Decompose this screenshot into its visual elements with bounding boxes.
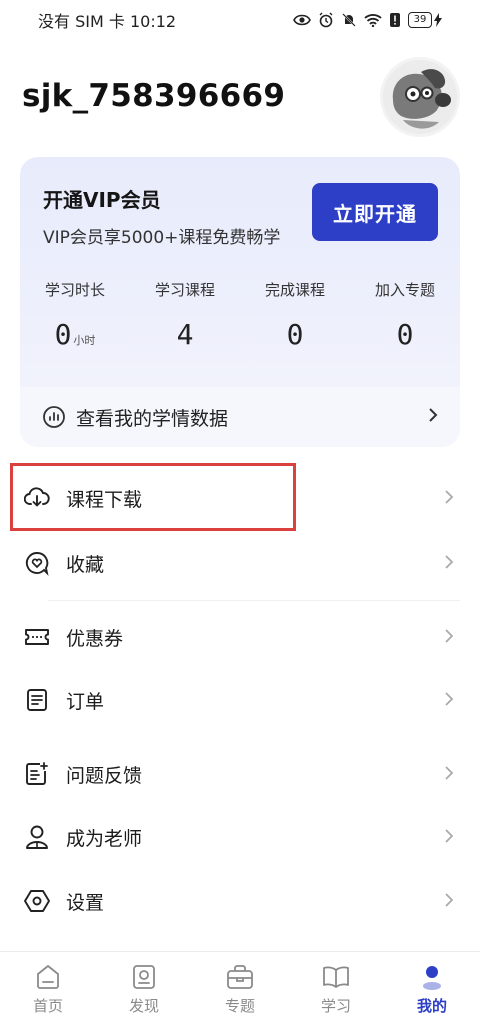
- battery-indicator: 39: [408, 12, 442, 28]
- battery-level: 39: [408, 12, 432, 28]
- menu-item-become-teacher[interactable]: 成为老师: [0, 806, 480, 868]
- eye-icon: [293, 14, 311, 26]
- hexagon-settings-icon: [24, 888, 50, 914]
- menu-item-settings[interactable]: 设置: [0, 870, 480, 932]
- tab-study[interactable]: 学习: [288, 952, 384, 1027]
- chart-circle-icon: [43, 406, 65, 428]
- clock: 10:12: [129, 12, 177, 31]
- tab-label: 发现: [128, 997, 159, 1015]
- avatar[interactable]: [380, 57, 460, 137]
- feedback-icon: [24, 761, 50, 787]
- heart-chat-icon: [24, 550, 50, 576]
- menu-item-feedback[interactable]: 问题反馈: [0, 743, 480, 805]
- status-bar: 没有 SIM 卡 10:12 39: [0, 0, 480, 40]
- chevron-right-icon: [445, 629, 454, 643]
- menu-label: 收藏: [66, 553, 105, 576]
- dog-avatar-icon: [383, 60, 457, 134]
- sim-status: 没有 SIM 卡: [38, 12, 125, 31]
- menu-label: 设置: [66, 891, 105, 914]
- stat-completed[interactable]: 完成课程 0: [240, 279, 350, 351]
- chevron-right-icon: [445, 692, 454, 706]
- sim-alert-icon: [390, 13, 400, 27]
- learning-data-link[interactable]: 查看我的学情数据: [20, 387, 460, 447]
- stat-label: 学习课程: [154, 281, 215, 299]
- stat-label: 加入专题: [374, 281, 435, 299]
- vip-title: 开通VIP会员: [43, 188, 161, 212]
- stats-row: 学习时长 0 小时 学习课程 4 完成课程 0 加入专题 0: [20, 279, 460, 351]
- menu-label: 成为老师: [66, 827, 143, 850]
- ticket-icon: [24, 624, 50, 650]
- stat-value: 0 小时: [20, 318, 130, 351]
- status-left: 没有 SIM 卡 10:12: [38, 8, 176, 32]
- chevron-right-icon: [445, 490, 454, 504]
- stat-value: 0: [396, 318, 414, 351]
- stat-number: 0: [54, 318, 72, 351]
- vip-subtitle: VIP会员享5000+课程免费畅学: [43, 228, 281, 248]
- book-icon: [323, 966, 349, 988]
- open-vip-button[interactable]: 立即开通: [312, 183, 438, 241]
- document-icon: [24, 687, 50, 713]
- tab-label: 我的: [416, 997, 447, 1015]
- stat-unit: 小时: [73, 334, 96, 347]
- bottom-nav: 首页 发现 专题 学习 我的: [0, 951, 480, 1027]
- vip-card: 开通VIP会员 VIP会员享5000+课程免费畅学 立即开通 学习时长 0 小时 …: [20, 157, 460, 447]
- mute-bell-icon: [342, 13, 356, 27]
- tab-topics[interactable]: 专题: [192, 952, 288, 1027]
- stat-study-time[interactable]: 学习时长 0 小时: [20, 279, 130, 351]
- person-icon: [24, 824, 50, 850]
- tab-discover[interactable]: 发现: [96, 952, 192, 1027]
- menu-item-orders[interactable]: 订单: [0, 669, 480, 731]
- username: sjk_758396669: [22, 78, 286, 114]
- tab-mine[interactable]: 我的: [384, 952, 480, 1027]
- chevron-right-icon: [445, 555, 454, 569]
- menu-item-favorites[interactable]: 收藏: [0, 532, 480, 594]
- chevron-right-icon: [445, 893, 454, 907]
- stat-value: 4: [176, 318, 194, 351]
- stat-label: 完成课程: [264, 281, 325, 299]
- tab-label: 首页: [32, 997, 63, 1015]
- tab-home[interactable]: 首页: [0, 952, 96, 1027]
- chevron-right-icon: [429, 408, 438, 422]
- status-icons: 39: [293, 12, 442, 28]
- chevron-right-icon: [445, 829, 454, 843]
- learning-data-label: 查看我的学情数据: [76, 407, 229, 430]
- menu-item-coupons[interactable]: 优惠券: [0, 606, 480, 668]
- tab-label: 学习: [320, 997, 351, 1015]
- stat-value: 0: [286, 318, 304, 351]
- menu-label: 问题反馈: [66, 764, 143, 787]
- user-icon: [423, 966, 441, 990]
- stat-courses[interactable]: 学习课程 4: [130, 279, 240, 351]
- stat-topics[interactable]: 加入专题 0: [350, 279, 460, 351]
- wifi-icon: [364, 14, 382, 27]
- stat-label: 学习时长: [44, 281, 105, 299]
- highlight-box: [10, 463, 296, 531]
- briefcase-icon: [227, 965, 253, 989]
- menu-label: 优惠券: [66, 627, 124, 650]
- tab-label: 专题: [224, 997, 255, 1015]
- divider: [48, 600, 460, 601]
- discover-icon: [133, 965, 155, 989]
- home-icon: [37, 965, 59, 989]
- alarm-icon: [319, 12, 333, 28]
- menu-label: 订单: [66, 690, 105, 713]
- charging-icon: [434, 13, 442, 27]
- chevron-right-icon: [445, 766, 454, 780]
